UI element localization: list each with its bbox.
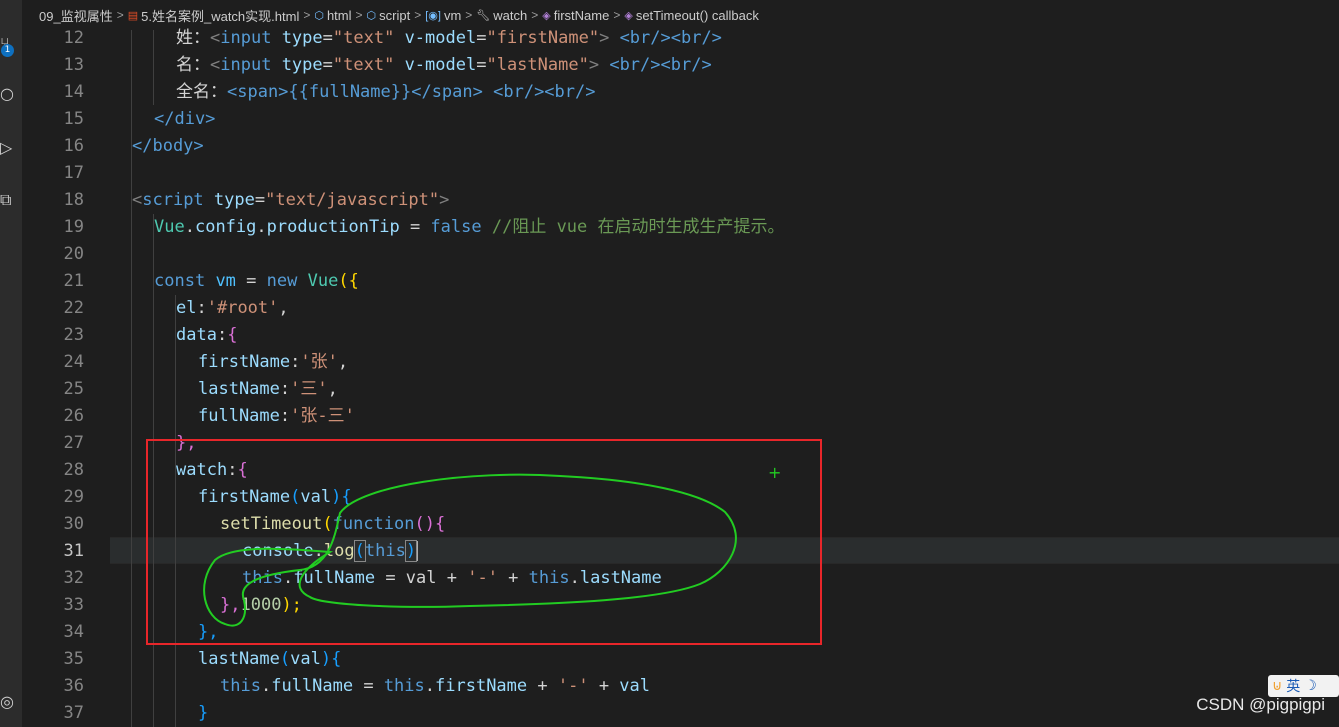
line-number: 34 bbox=[63, 622, 84, 642]
code-line-33: },1000); bbox=[220, 595, 302, 615]
code-line-32: this.fullName = val + '-' + this.lastNam… bbox=[242, 568, 662, 588]
element-icon: ⬡ bbox=[366, 9, 377, 22]
line-number: 37 bbox=[63, 703, 84, 723]
wrench-icon: 🔧︎ bbox=[476, 9, 491, 22]
chevron-right-icon: > bbox=[355, 8, 363, 22]
code-line-34: }, bbox=[198, 622, 219, 642]
line-number-gutter: 12 13 14 15 16 17 18 19 20 21 22 23 24 2… bbox=[22, 28, 110, 727]
code-line-19: Vue.config.productionTip = false //阻止 vu… bbox=[154, 217, 785, 237]
code-line-18: <script type="text/javascript"> bbox=[132, 190, 450, 210]
code-editor[interactable]: 姓：<input type="text" v-model="firstName"… bbox=[110, 28, 1339, 727]
line-number: 24 bbox=[63, 352, 84, 372]
line-number: 14 bbox=[63, 82, 84, 102]
code-line-31: console.log(this) bbox=[242, 540, 419, 562]
code-line-25: lastName:'三', bbox=[198, 379, 338, 399]
code-line-29: firstName(val){ bbox=[198, 487, 352, 507]
indent-guide bbox=[153, 30, 154, 105]
search-icon[interactable]: ○ bbox=[0, 84, 18, 104]
line-number: 25 bbox=[63, 379, 84, 399]
line-number: 19 bbox=[63, 217, 84, 237]
breadcrumb-firstname[interactable]: ◈ firstName bbox=[542, 8, 609, 23]
line-number: 15 bbox=[63, 109, 84, 129]
code-line-12: 姓：<input type="text" v-model="firstName"… bbox=[176, 28, 722, 48]
html5-icon: ▤ bbox=[127, 9, 139, 22]
line-number: 36 bbox=[63, 676, 84, 696]
method-cube-icon: ◈ bbox=[624, 9, 633, 22]
account-icon[interactable]: ◎ bbox=[0, 692, 18, 712]
line-number: 35 bbox=[63, 649, 84, 669]
code-line-24: firstName:'张', bbox=[198, 352, 349, 372]
line-number: 18 bbox=[63, 190, 84, 210]
line-number: 12 bbox=[63, 28, 84, 48]
breadcrumb-vm[interactable]: [◉] vm bbox=[425, 8, 461, 23]
breadcrumb-file[interactable]: ▤ 5.姓名案例_watch实现.html bbox=[128, 6, 300, 25]
breadcrumb-html[interactable]: ⬡ html bbox=[314, 8, 351, 23]
line-number: 13 bbox=[63, 55, 84, 75]
code-line-26: fullName:'张-三' bbox=[198, 406, 355, 426]
run-debug-icon[interactable]: ▷ bbox=[0, 138, 18, 158]
code-line-16: </body> bbox=[132, 136, 204, 156]
code-line-28: watch:{ bbox=[176, 460, 248, 480]
chevron-right-icon: > bbox=[613, 8, 621, 22]
method-cube-icon: ◈ bbox=[542, 9, 551, 22]
code-line-14: 全名：<span>{{fullName}}</span> <br/><br/> bbox=[176, 82, 596, 102]
extensions-icon[interactable]: ⧉ bbox=[0, 190, 18, 210]
line-number: 16 bbox=[63, 136, 84, 156]
code-line-27: }, bbox=[176, 433, 197, 453]
line-number: 33 bbox=[63, 595, 84, 615]
line-number: 30 bbox=[63, 514, 84, 534]
ime-indicator[interactable]: ⊍ 英 ☽ bbox=[1268, 675, 1339, 697]
code-line-23: data:{ bbox=[176, 325, 238, 345]
line-number: 21 bbox=[63, 271, 84, 291]
moon-icon: ☽ bbox=[1304, 678, 1317, 694]
code-line-13: 名：<input type="text" v-model="lastName">… bbox=[176, 55, 712, 75]
line-number: 22 bbox=[63, 298, 84, 318]
source-control-badge: 1 bbox=[1, 44, 14, 57]
line-number: 28 bbox=[63, 460, 84, 480]
line-number: 27 bbox=[63, 433, 84, 453]
activity-bar: ⑂ 1 ○ ▷ ⧉ ◎ bbox=[0, 0, 22, 727]
line-number: 29 bbox=[63, 487, 84, 507]
line-number: 32 bbox=[63, 568, 84, 588]
code-line-21: const vm = new Vue({ bbox=[154, 271, 359, 291]
code-line-37: } bbox=[198, 703, 209, 723]
watermark: CSDN @pigpigpi bbox=[1196, 695, 1325, 714]
line-number: 23 bbox=[63, 325, 84, 345]
indent-guide bbox=[175, 295, 176, 727]
breadcrumb-script[interactable]: ⬡ script bbox=[367, 8, 411, 23]
chevron-right-icon: > bbox=[414, 8, 422, 22]
line-number: 17 bbox=[63, 163, 84, 183]
line-number: 26 bbox=[63, 406, 84, 426]
variable-icon: [◉] bbox=[425, 9, 441, 22]
line-number: 20 bbox=[63, 244, 84, 264]
breadcrumb-folder[interactable]: 09_监视属性 bbox=[39, 6, 113, 25]
chevron-right-icon: > bbox=[303, 8, 311, 22]
chevron-right-icon: > bbox=[116, 8, 124, 22]
code-line-36: this.fullName = this.firstName + '-' + v… bbox=[220, 676, 651, 696]
breadcrumb-callback[interactable]: ◈ setTimeout() callback bbox=[624, 8, 759, 23]
chevron-right-icon: > bbox=[531, 8, 539, 22]
code-line-22: el:'#root', bbox=[176, 298, 289, 318]
element-icon: ⬡ bbox=[314, 9, 324, 22]
scroll-indicator bbox=[0, 6, 18, 26]
breadcrumb-watch[interactable]: 🔧︎ watch bbox=[476, 8, 527, 23]
chevron-right-icon: > bbox=[465, 8, 473, 22]
code-line-30: setTimeout(function(){ bbox=[220, 514, 446, 534]
code-line-15: </div> bbox=[154, 109, 216, 129]
ime-logo-icon: ⊍ bbox=[1272, 678, 1283, 694]
line-number-active: 31 bbox=[63, 541, 84, 561]
code-line-35: lastName(val){ bbox=[198, 649, 342, 669]
